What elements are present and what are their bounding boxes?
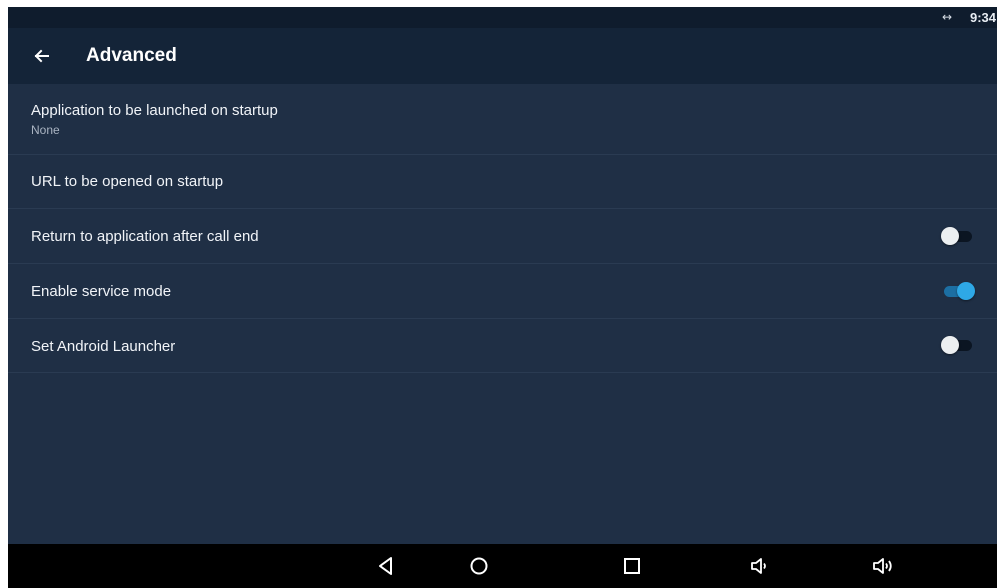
setting-title: URL to be opened on startup	[31, 173, 224, 190]
setting-return-after-call[interactable]: Return to application after call end	[8, 209, 997, 264]
device-screen: ↔ 9:34 Advanced Application to be launch…	[8, 7, 997, 588]
volume-down-button[interactable]	[748, 554, 772, 578]
back-button[interactable]	[28, 42, 56, 70]
nav-recents-button[interactable]	[620, 554, 644, 578]
volume-up-icon	[873, 558, 892, 574]
setting-title: Return to application after call end	[31, 228, 259, 245]
setting-startup-url[interactable]: URL to be opened on startup	[8, 155, 997, 209]
setting-title: Set Android Launcher	[31, 338, 176, 355]
setting-value: None	[31, 123, 60, 137]
arrow-left-icon	[34, 49, 49, 63]
nav-back-button[interactable]	[374, 554, 398, 578]
service-mode-toggle[interactable]	[941, 281, 975, 301]
setting-service-mode[interactable]: Enable service mode	[8, 264, 997, 319]
back-triangle-icon	[379, 557, 392, 575]
data-transfer-arrows-icon: ↔	[942, 10, 953, 24]
setting-startup-application[interactable]: Application to be launched on startup No…	[8, 84, 997, 155]
status-time: 9:34	[970, 10, 997, 25]
android-launcher-toggle[interactable]	[941, 335, 975, 355]
recents-square-icon	[624, 558, 640, 574]
toggle-thumb	[957, 282, 975, 300]
volume-up-button[interactable]	[871, 554, 895, 578]
return-after-call-toggle[interactable]	[941, 226, 975, 246]
home-circle-icon	[470, 557, 488, 575]
nav-home-button[interactable]	[467, 554, 491, 578]
status-bar: ↔ 9:34	[8, 7, 997, 28]
setting-android-launcher[interactable]: Set Android Launcher	[8, 319, 997, 373]
toggle-thumb	[941, 336, 959, 354]
toggle-thumb	[941, 227, 959, 245]
navigation-bar	[8, 544, 997, 588]
volume-down-icon	[751, 558, 766, 574]
page-title: Advanced	[86, 45, 177, 66]
app-bar: Advanced	[8, 28, 997, 84]
setting-title: Enable service mode	[31, 283, 172, 300]
setting-title: Application to be launched on startup	[31, 102, 278, 119]
settings-list: Application to be launched on startup No…	[8, 84, 997, 373]
